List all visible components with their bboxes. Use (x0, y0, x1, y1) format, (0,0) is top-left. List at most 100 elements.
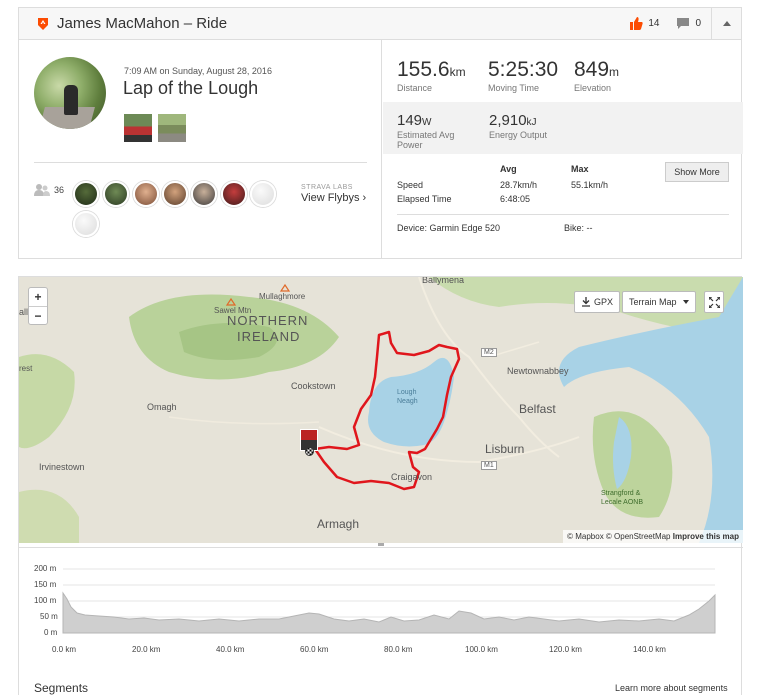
divider (397, 214, 729, 215)
map-place-label: Strangford & (601, 490, 641, 497)
activity-stats: 155.6km Distance 5:25:30 Moving Time 849… (383, 40, 743, 259)
map-place-label: Mullaghmore (259, 292, 306, 301)
x-tick-label: 120.0 km (549, 645, 582, 654)
activity-summary: 7:09 AM on Sunday, August 28, 2016 Lap o… (19, 40, 382, 259)
zoom-control: + − (28, 287, 48, 325)
people-icon (34, 184, 50, 196)
stat-elevation: 849m Elevation (574, 58, 620, 93)
group-athlete-avatar[interactable] (133, 181, 159, 207)
download-icon (582, 297, 590, 307)
map-place-label: Lough (397, 389, 417, 396)
map-place-label: Belfast (519, 402, 556, 416)
strava-labs-label: STRAVA LABS (301, 184, 353, 191)
group-athlete-avatar[interactable] (73, 211, 99, 237)
chevron-up-icon (722, 21, 731, 26)
map-place-label: Lisburn (485, 442, 525, 456)
map-attribution: © Mapbox © OpenStreetMap Improve this ma… (563, 530, 743, 543)
map-place-label: Cookstown (291, 381, 336, 391)
comment-count: 0 (695, 18, 701, 29)
stats-secondary: 149W Estimated Avg Power 2,910kJ Energy … (383, 102, 743, 154)
road-shield: M2 (481, 348, 497, 357)
comments-button[interactable]: 0 (677, 18, 701, 29)
elapsed-value: 6:48:05 (500, 194, 531, 204)
group-athlete-avatar[interactable] (250, 181, 276, 207)
strava-shield-icon (38, 18, 48, 30)
x-tick-label: 40.0 km (216, 645, 245, 654)
group-athlete-avatar[interactable] (162, 181, 188, 207)
group-athlete-avatar[interactable] (73, 181, 99, 207)
improve-map-link[interactable]: Improve this map (673, 532, 739, 541)
x-tick-label: 80.0 km (384, 645, 413, 654)
map-place-label: Neagh (397, 398, 418, 405)
zoom-out-button[interactable]: − (29, 306, 47, 324)
col-avg-header: Avg (500, 164, 517, 174)
activity-name: Lap of the Lough (123, 78, 259, 98)
collapse-button[interactable] (711, 8, 741, 39)
fullscreen-icon (708, 296, 720, 308)
elevation-chart[interactable]: 200 m 150 m 100 m 50 m 0 m 0.0 km 20.0 k… (19, 549, 743, 659)
learn-more-segments-link[interactable]: Learn more about segments (615, 683, 728, 693)
y-tick-label: 0 m (44, 628, 58, 637)
stat-moving-time: 5:25:30 Moving Time (488, 58, 559, 93)
route-map[interactable]: Ballymena Mullaghmore Sawel Mtn NORTHERN… (19, 277, 743, 543)
stat-energy: 2,910kJ Energy Output (489, 112, 548, 140)
speed-label: Speed (397, 180, 424, 190)
athlete-count: 36 (54, 185, 65, 195)
map-resize-handle[interactable] (19, 543, 743, 548)
x-tick-label: 140.0 km (633, 645, 666, 654)
group-athlete-avatar[interactable] (103, 181, 129, 207)
map-place-label: Newtownabbey (507, 366, 569, 376)
x-tick-label: 20.0 km (132, 645, 161, 654)
kudos-button[interactable]: 14 (630, 17, 659, 30)
map-place-label: rest (19, 364, 33, 373)
activity-datetime: 7:09 AM on Sunday, August 28, 2016 (124, 66, 272, 76)
divider (34, 162, 367, 163)
activity-photo[interactable] (158, 114, 186, 142)
activity-photo[interactable] (124, 114, 152, 142)
zoom-in-button[interactable]: + (29, 288, 47, 306)
bike-info: Bike: -- (564, 223, 593, 233)
kudos-count: 14 (648, 18, 660, 29)
activity-title: James MacMahon – Ride (57, 15, 228, 32)
y-tick-label: 100 m (34, 596, 57, 605)
group-athletes-count[interactable]: 36 (34, 183, 64, 197)
y-tick-label: 200 m (34, 564, 57, 573)
map-section: Ballymena Mullaghmore Sawel Mtn NORTHERN… (18, 276, 743, 695)
device-info: Device: Garmin Edge 520 (397, 223, 501, 233)
activity-header: James MacMahon – Ride 14 0 (19, 8, 741, 40)
athlete-avatar[interactable] (34, 57, 106, 129)
map-region-label: NORTHERN (227, 313, 309, 328)
road-shield: M1 (481, 461, 497, 470)
stat-distance: 155.6km Distance (397, 58, 466, 93)
view-flybys-link[interactable]: View Flybys › (301, 192, 366, 204)
map-place-label: Irvinestown (39, 462, 85, 472)
speed-avg: 28.7km/h (500, 180, 538, 190)
fullscreen-button[interactable] (704, 291, 724, 313)
x-tick-label: 0.0 km (52, 645, 77, 654)
map-place-label: Lecale AONB (601, 499, 644, 506)
y-tick-label: 50 m (40, 612, 58, 621)
gpx-download-button[interactable]: GPX (574, 291, 621, 313)
thumbs-up-icon (630, 17, 643, 30)
flyby-link[interactable]: STRAVA LABS View Flybys › (301, 184, 366, 204)
terrain-map-dropdown[interactable]: Terrain Map (622, 291, 696, 313)
show-more-button[interactable]: Show More (665, 162, 729, 182)
group-athlete-avatar[interactable] (191, 181, 217, 207)
comment-icon (677, 18, 690, 29)
activity-card: James MacMahon – Ride 14 0 7:09 AM on Su… (18, 7, 743, 259)
speed-max: 55.1km/h (571, 180, 609, 190)
y-tick-label: 150 m (34, 580, 57, 589)
stat-power: 149W Estimated Avg Power (397, 112, 455, 150)
map-region-label: IRELAND (237, 329, 301, 344)
map-place-label: Armagh (317, 517, 360, 531)
segments-heading: Segments (34, 681, 89, 695)
elapsed-label: Elapsed Time (397, 194, 452, 204)
caret-down-icon (682, 300, 689, 304)
map-place-label: Craigavon (391, 472, 433, 482)
group-athlete-avatar[interactable] (221, 181, 247, 207)
finish-flag-icon[interactable] (305, 447, 314, 456)
x-tick-label: 60.0 km (300, 645, 329, 654)
map-place-label: Omagh (147, 402, 177, 412)
map-place-label: Ballymena (422, 277, 465, 285)
elevation-profile (62, 568, 716, 634)
